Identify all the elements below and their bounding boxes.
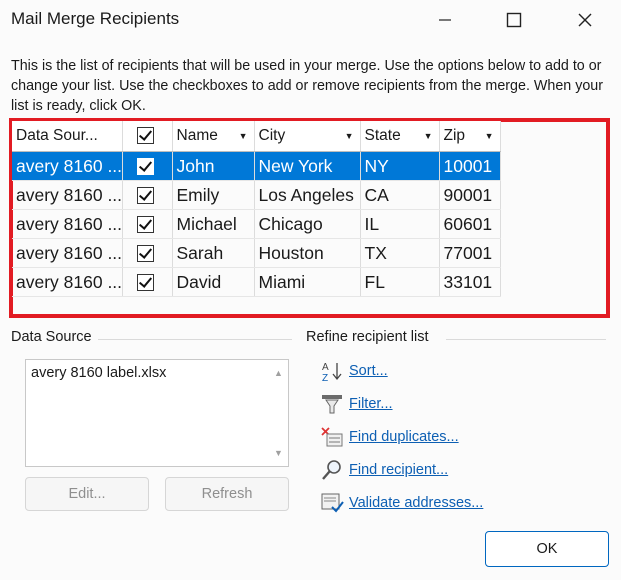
- cell-zip: 60601: [439, 209, 501, 239]
- cell-include: [122, 238, 173, 268]
- cell-state: FL: [360, 267, 440, 297]
- close-button[interactable]: [561, 0, 609, 40]
- close-icon: [578, 13, 592, 27]
- cell-name: Michael: [172, 209, 255, 239]
- cell-zip: 90001: [439, 180, 501, 210]
- sort-link[interactable]: Sort...: [349, 363, 388, 379]
- include-checkbox[interactable]: [136, 274, 154, 292]
- window-title: Mail Merge Recipients: [11, 9, 180, 28]
- refine-label: Refine recipient list: [306, 329, 429, 345]
- cell-source: avery 8160 ...: [12, 151, 123, 181]
- column-header-name[interactable]: Name ▼: [172, 121, 255, 152]
- filter-row: Filter...: [320, 393, 520, 415]
- column-header-zip[interactable]: Zip ▼: [439, 121, 501, 152]
- title-bar: Mail Merge Recipients: [0, 0, 621, 40]
- grid-header-row: Data Sour... Name ▼ City ▼ State ▼ Zip ▼: [12, 121, 501, 152]
- column-header-data-source[interactable]: Data Sour...: [12, 121, 123, 152]
- section-divider: [98, 339, 292, 340]
- validate-addresses-icon: [320, 492, 344, 514]
- cell-source: avery 8160 ...: [12, 180, 123, 210]
- find-duplicates-icon: [320, 426, 344, 448]
- cell-include: [122, 267, 173, 297]
- chevron-down-icon[interactable]: ▼: [485, 131, 494, 141]
- include-checkbox[interactable]: [136, 245, 154, 263]
- validate-addresses-link[interactable]: Validate addresses...: [349, 495, 483, 511]
- find-duplicates-row: Find duplicates...: [320, 426, 520, 448]
- cell-state: TX: [360, 238, 440, 268]
- filter-link[interactable]: Filter...: [349, 396, 393, 412]
- table-row[interactable]: avery 8160 ... John New York NY 10001: [12, 151, 501, 181]
- cell-source: avery 8160 ...: [12, 238, 123, 268]
- table-row[interactable]: avery 8160 ... Emily Los Angeles CA 9000…: [12, 180, 501, 210]
- list-item[interactable]: avery 8160 label.xlsx: [31, 365, 166, 381]
- table-row[interactable]: avery 8160 ... David Miami FL 33101: [12, 267, 501, 297]
- cell-state: NY: [360, 151, 440, 181]
- cell-city: Miami: [254, 267, 361, 297]
- scroll-up-icon[interactable]: ▲: [274, 368, 283, 378]
- scroll-down-icon[interactable]: ▼: [274, 448, 283, 458]
- table-row[interactable]: avery 8160 ... Sarah Houston TX 77001: [12, 238, 501, 268]
- cell-include: [122, 180, 173, 210]
- maximize-button[interactable]: [490, 0, 538, 40]
- column-header-select-all[interactable]: [122, 121, 173, 152]
- table-row[interactable]: avery 8160 ... Michael Chicago IL 60601: [12, 209, 501, 239]
- minimize-button[interactable]: [421, 0, 469, 40]
- cell-include: [122, 151, 173, 181]
- data-source-label: Data Source: [11, 329, 92, 345]
- scrollbar[interactable]: ▲ ▼: [270, 360, 288, 466]
- edit-button[interactable]: Edit...: [25, 477, 149, 511]
- chevron-down-icon[interactable]: ▼: [239, 131, 248, 141]
- find-recipient-row: Find recipient...: [320, 459, 520, 481]
- cell-source: avery 8160 ...: [12, 209, 123, 239]
- recipients-grid: Data Sour... Name ▼ City ▼ State ▼ Zip ▼ ave…: [12, 121, 501, 297]
- include-checkbox[interactable]: [136, 216, 154, 234]
- cell-state: CA: [360, 180, 440, 210]
- chevron-down-icon[interactable]: ▼: [424, 131, 433, 141]
- find-recipient-link[interactable]: Find recipient...: [349, 462, 448, 478]
- cell-name: David: [172, 267, 255, 297]
- svg-text:A: A: [322, 362, 329, 373]
- filter-icon: [320, 393, 344, 415]
- sort-row: AZ Sort...: [320, 360, 520, 384]
- cell-include: [122, 209, 173, 239]
- cell-city: Chicago: [254, 209, 361, 239]
- cell-zip: 10001: [439, 151, 501, 181]
- cell-city: Los Angeles: [254, 180, 361, 210]
- column-header-state[interactable]: State ▼: [360, 121, 440, 152]
- cell-zip: 77001: [439, 238, 501, 268]
- data-source-list[interactable]: avery 8160 label.xlsx ▲ ▼: [25, 359, 289, 467]
- section-divider: [446, 339, 606, 340]
- cell-name: John: [172, 151, 255, 181]
- find-duplicates-link[interactable]: Find duplicates...: [349, 429, 459, 445]
- include-checkbox[interactable]: [136, 187, 154, 205]
- validate-addresses-row: Validate addresses...: [320, 492, 520, 514]
- sort-az-icon: AZ: [320, 360, 344, 384]
- maximize-icon: [506, 12, 522, 28]
- refresh-button[interactable]: Refresh: [165, 477, 289, 511]
- chevron-down-icon[interactable]: ▼: [345, 131, 354, 141]
- cell-state: IL: [360, 209, 440, 239]
- ok-button[interactable]: OK: [485, 531, 609, 567]
- cell-source: avery 8160 ...: [12, 267, 123, 297]
- minimize-icon: [439, 19, 451, 21]
- cell-name: Emily: [172, 180, 255, 210]
- cell-name: Sarah: [172, 238, 255, 268]
- cell-city: New York: [254, 151, 361, 181]
- column-header-city[interactable]: City ▼: [254, 121, 361, 152]
- select-all-checkbox[interactable]: [136, 127, 154, 145]
- magnifier-icon: [320, 459, 344, 481]
- cell-zip: 33101: [439, 267, 501, 297]
- cell-city: Houston: [254, 238, 361, 268]
- svg-text:Z: Z: [322, 373, 328, 382]
- include-checkbox[interactable]: [136, 158, 154, 176]
- intro-text: This is the list of recipients that will…: [11, 58, 604, 114]
